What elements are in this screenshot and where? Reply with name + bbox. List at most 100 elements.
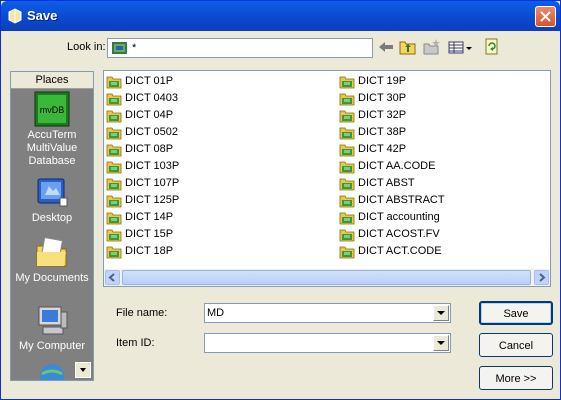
file-name-input[interactable] (207, 305, 427, 321)
database-file-icon (106, 212, 122, 225)
file-item-label: DICT 38P (358, 126, 407, 138)
file-item-label: DICT 04P (125, 109, 174, 121)
database-file-icon (339, 195, 355, 208)
place-accuterm-database[interactable]: mvDB AccuTerm MultiValue Database (11, 91, 93, 168)
database-file-icon (106, 229, 122, 242)
file-list[interactable]: DICT 01P DICT 0403 DICT 04P DICT 0502 DICT 0… (103, 70, 551, 287)
database-file-icon (106, 110, 122, 123)
file-item-label: DICT 0403 (125, 92, 178, 104)
database-file-icon (339, 161, 355, 174)
places-scroll-down[interactable] (75, 362, 91, 378)
look-in-label: Look in: (67, 41, 106, 53)
file-item-label: DICT 01P (125, 75, 174, 87)
scroll-thumb[interactable] (122, 270, 531, 285)
file-item-label: DICT 19P (358, 75, 407, 87)
mvdb-icon: mvDB (34, 91, 70, 127)
title-bar[interactable]: Save (1, 1, 560, 31)
place-label: My Computer (18, 340, 86, 352)
save-dialog: Save Look in: * Places mvDB AccuTerm Mul… (0, 0, 561, 400)
chevron-left-icon (108, 273, 115, 282)
save-button[interactable]: Save (479, 301, 553, 325)
database-file-icon (106, 195, 122, 208)
close-button[interactable] (535, 6, 556, 27)
scroll-right-button[interactable] (534, 270, 549, 285)
mvdb-icon-text: mvDB (40, 105, 65, 115)
file-item-label: DICT 15P (125, 228, 174, 240)
database-file-icon (339, 246, 355, 259)
chevron-down-icon (437, 341, 445, 345)
place-my-documents[interactable]: My Documents (11, 236, 93, 285)
file-item-label: DICT 18P (125, 245, 174, 257)
chevron-right-icon (539, 273, 546, 282)
file-item-label: DICT 125P (125, 194, 180, 206)
look-in-value: * (132, 42, 137, 54)
database-file-icon (106, 76, 122, 89)
database-file-icon (106, 127, 122, 140)
file-item-label: DICT ACT.CODE (358, 245, 442, 257)
place-label: AccuTerm MultiValue Database (26, 129, 78, 167)
file-item-label: DICT 0502 (125, 126, 178, 138)
horizontal-scrollbar[interactable] (104, 269, 550, 286)
scroll-left-button[interactable] (105, 270, 120, 285)
look-in-combo[interactable]: * (107, 38, 373, 58)
new-folder-icon (423, 39, 440, 55)
item-id-combo[interactable] (204, 333, 451, 353)
my-computer-icon (38, 306, 68, 335)
file-item-label: DICT accounting (358, 211, 440, 223)
file-item-label: DICT 103P (125, 160, 180, 172)
place-desktop[interactable]: Desktop (11, 176, 93, 225)
file-item-label: DICT ABST (358, 177, 415, 189)
place-label: Desktop (31, 212, 73, 224)
cancel-button[interactable]: Cancel (479, 333, 553, 357)
new-folder-button[interactable] (422, 38, 444, 58)
item-id-input[interactable] (207, 335, 427, 351)
file-item-label: DICT ABSTRACT (358, 194, 445, 206)
back-arrow-icon (379, 42, 393, 52)
file-item-label: DICT 107P (125, 177, 180, 189)
database-file-icon (106, 161, 122, 174)
up-folder-icon (399, 41, 416, 55)
file-item-label: DICT 14P (125, 211, 174, 223)
save-dialog-icon (8, 8, 22, 24)
database-file-icon (339, 212, 355, 225)
my-documents-icon (36, 236, 67, 267)
places-header: Places (11, 72, 93, 89)
database-file-icon (339, 93, 355, 106)
database-file-icon (339, 229, 355, 242)
database-file-icon (106, 178, 122, 191)
places-bar: Places mvDB AccuTerm MultiValue Database… (10, 71, 94, 381)
file-item-label: DICT 08P (125, 143, 174, 155)
more-button[interactable]: More >> (479, 366, 553, 390)
file-name-label: File name: (116, 307, 168, 319)
database-file-icon (106, 144, 122, 157)
database-file-icon (106, 246, 122, 259)
file-item-label: DICT 30P (358, 92, 407, 104)
view-menu-button[interactable] (447, 38, 475, 58)
window-title: Save (27, 8, 58, 23)
database-file-icon (339, 76, 355, 89)
chevron-down-icon (80, 368, 86, 372)
file-item-label: DICT 32P (358, 109, 407, 121)
item-id-dropdown-button[interactable] (433, 335, 449, 351)
view-menu-icon (448, 41, 472, 54)
up-folder-button[interactable] (398, 38, 420, 58)
place-label: My Documents (15, 272, 89, 284)
item-id-label: Item ID: (116, 337, 155, 349)
refresh-button[interactable] (482, 38, 504, 58)
file-name-combo[interactable] (204, 303, 451, 323)
database-folder-icon (112, 42, 127, 54)
chevron-down-icon (437, 311, 445, 315)
desktop-icon (37, 178, 68, 207)
network-icon (40, 364, 64, 380)
close-icon (540, 11, 551, 22)
database-file-icon (339, 144, 355, 157)
file-item-label: DICT AA.CODE (358, 160, 436, 172)
place-my-computer[interactable]: My Computer (11, 304, 93, 353)
back-button[interactable] (376, 38, 398, 58)
database-file-icon (106, 93, 122, 106)
file-item-label: DICT ACOST.FV (358, 228, 440, 240)
file-item-label: DICT 42P (358, 143, 407, 155)
refresh-icon (485, 38, 498, 55)
database-file-icon (339, 178, 355, 191)
file-name-dropdown-button[interactable] (433, 305, 449, 321)
